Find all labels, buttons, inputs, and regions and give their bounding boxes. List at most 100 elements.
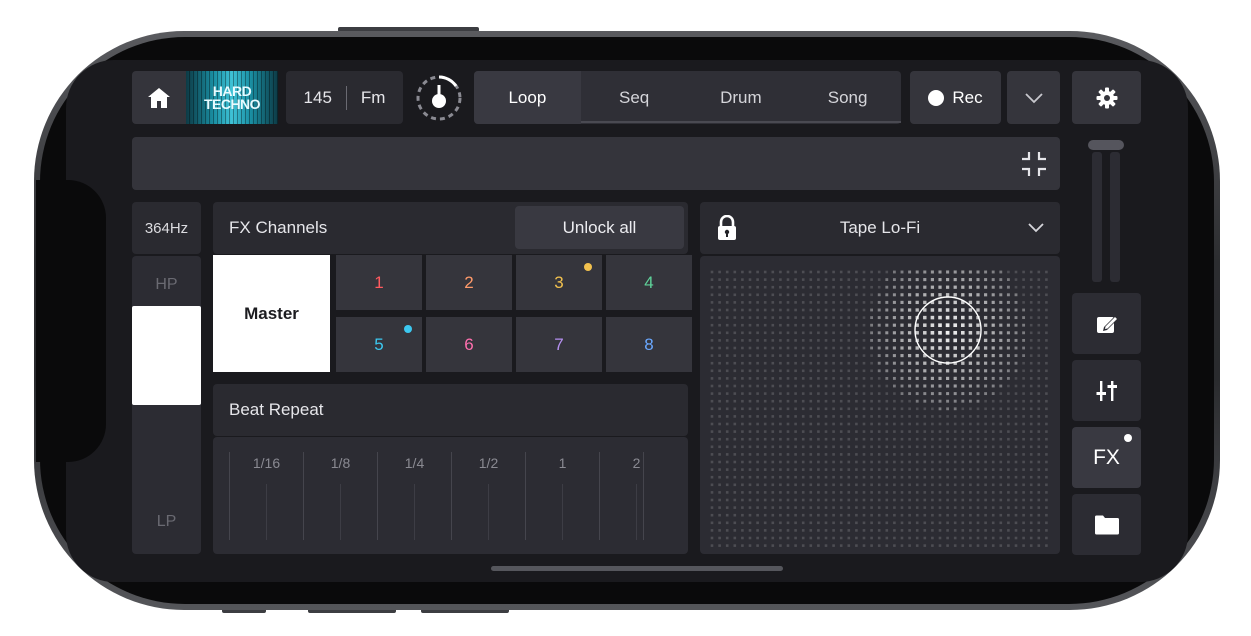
xy-pad-dot [718, 437, 721, 441]
master-channel-button[interactable]: Master [213, 255, 330, 372]
xy-pad-dot [763, 399, 767, 403]
xy-pad-cursor[interactable] [914, 296, 982, 364]
xy-pad-dot [801, 483, 805, 487]
xy-pad-dot [824, 483, 828, 487]
xy-pad-dot [923, 384, 927, 388]
beat-repeat-division[interactable]: 1/4 [377, 452, 451, 540]
xy-pad-dot [999, 445, 1003, 449]
xy-pad-dot [786, 399, 790, 403]
tab-loop[interactable]: Loop [474, 71, 581, 124]
tab-seq[interactable]: Seq [581, 71, 688, 124]
xy-pad-dot [999, 521, 1003, 525]
fx-channel-8[interactable]: 8 [606, 317, 692, 372]
xy-pad-dot [1045, 491, 1048, 494]
filter-slider[interactable] [132, 256, 201, 554]
master-volume-slider[interactable] [1088, 140, 1124, 282]
xy-pad-dot [824, 498, 828, 502]
fx-channel-4[interactable]: 4 [606, 255, 692, 310]
menu-dropdown-button[interactable] [1007, 71, 1060, 124]
xy-pad-dot [832, 270, 835, 274]
fx-channel-1[interactable]: 1 [336, 255, 422, 310]
xy-pad-dot [794, 506, 797, 509]
browser-button[interactable] [1072, 494, 1141, 555]
xy-pad-dot [839, 399, 843, 403]
xy-pad-dot [839, 536, 843, 540]
xy-pad-dot [748, 529, 752, 532]
tempo-key-button[interactable]: 145 Fm [286, 71, 403, 124]
xy-pad-dot [923, 437, 927, 441]
xy-pad-dot [710, 468, 714, 471]
beat-repeat-division[interactable]: 2 [599, 452, 673, 540]
xy-pad-dot [923, 300, 927, 305]
xy-pad-dot [862, 331, 866, 335]
xy-pad-dot [893, 529, 896, 532]
xy-pad-dot [862, 529, 866, 532]
xy-pad-dot [779, 377, 782, 380]
xy-pad-dot [855, 475, 858, 479]
metronome-icon[interactable] [415, 74, 463, 122]
xy-pad-dot [1045, 529, 1048, 532]
project-cover[interactable]: HARD TECHNO [186, 71, 278, 124]
xy-pad-dot [862, 346, 866, 350]
xy-pad-dot [1045, 384, 1048, 388]
xy-pad-dot [771, 293, 775, 297]
fx-channel-3[interactable]: 3 [516, 255, 602, 310]
xy-pad-dot [741, 513, 744, 517]
xy-pad-dot [953, 338, 958, 343]
collapse-icon[interactable] [1020, 150, 1048, 178]
xy-pad-dot [847, 384, 851, 388]
fx-channel-2[interactable]: 2 [426, 255, 512, 310]
xy-pad-dot [900, 376, 904, 380]
xy-pad-dot [1037, 483, 1041, 487]
xy-pad-dot [710, 498, 714, 502]
timeline-strip[interactable] [132, 137, 1060, 190]
xy-pad-dot [976, 285, 980, 289]
xy-pad-dot [763, 475, 767, 479]
xy-pad-dot [725, 437, 729, 441]
xy-pad-dot [847, 369, 851, 373]
xy-pad-dot [763, 415, 767, 418]
record-button[interactable]: Rec [910, 71, 1001, 124]
home-button[interactable] [132, 71, 186, 124]
fx-channel-5[interactable]: 5 [336, 317, 422, 372]
beat-repeat-division[interactable]: 1/2 [451, 452, 525, 540]
tab-drum[interactable]: Drum [688, 71, 795, 124]
xy-pad-dot [847, 506, 851, 509]
xy-pad-dot [991, 308, 995, 312]
xy-pad-dot [953, 392, 957, 396]
xy-pad-dot [946, 536, 949, 540]
tab-song[interactable]: Song [794, 71, 901, 124]
fx-button[interactable]: FX [1072, 427, 1141, 488]
xy-pad-dot [748, 483, 752, 487]
xy-pad-dot [855, 521, 858, 525]
filter-slider-handle[interactable] [132, 306, 201, 405]
mode-tabs: Loop Seq Drum Song [474, 71, 901, 124]
chevron-down-icon[interactable] [1026, 218, 1046, 238]
xy-pad[interactable] [700, 256, 1060, 554]
effect-selector[interactable]: Tape Lo-Fi [700, 202, 1060, 254]
xy-pad-dot [976, 353, 980, 358]
xy-pad-dot [779, 361, 782, 365]
xy-pad-dot [892, 270, 896, 274]
xy-pad-dot [938, 430, 942, 433]
xy-pad-dot [733, 384, 737, 388]
xy-pad-dot [915, 475, 919, 479]
fx-channel-7[interactable]: 7 [516, 317, 602, 372]
unlock-all-button[interactable]: Unlock all [515, 206, 684, 249]
xy-pad-dot [991, 460, 995, 464]
beat-repeat-division[interactable]: 1/8 [303, 452, 377, 540]
mixer-button[interactable] [1072, 360, 1141, 421]
xy-pad-dot [832, 361, 835, 365]
edit-button[interactable] [1072, 293, 1141, 354]
xy-pad-dot [801, 354, 805, 357]
xy-pad-dot [741, 331, 744, 335]
xy-pad-dot [725, 301, 729, 304]
beat-repeat-division[interactable]: 1 [525, 452, 599, 540]
fx-channel-6[interactable]: 6 [426, 317, 512, 372]
xy-pad-dot [748, 323, 752, 327]
xy-pad-dot [1029, 339, 1033, 342]
xy-pad-dot [999, 384, 1003, 388]
beat-repeat-division[interactable]: 1/16 [229, 452, 303, 540]
xy-pad-dot [877, 316, 881, 320]
settings-button[interactable] [1072, 71, 1141, 124]
